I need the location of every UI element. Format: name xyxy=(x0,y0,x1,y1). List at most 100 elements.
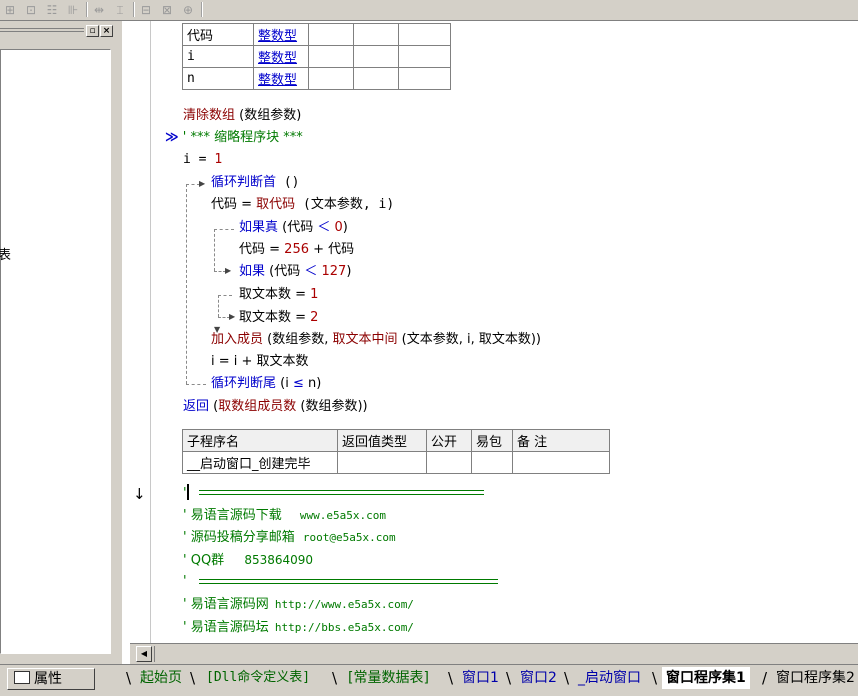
tab-window2[interactable]: 窗口2 xyxy=(516,667,561,689)
var-name-cell[interactable]: n xyxy=(182,67,254,90)
code-line[interactable]: 如果真 (代码 ＜ 0) xyxy=(239,218,348,238)
tab-dll-commands[interactable]: [Dll命令定义表] xyxy=(202,667,314,689)
loop-end-args: (i xyxy=(276,376,293,391)
current-line-arrow-icon: ↓ xyxy=(133,485,146,503)
number-literal: 1 xyxy=(310,287,319,302)
command-args: (数组参数) xyxy=(235,108,302,123)
loop-end-keyword: 循环判断尾 xyxy=(211,376,277,391)
assign-text: i = xyxy=(183,152,215,167)
note-cell[interactable] xyxy=(512,451,610,474)
code-editor[interactable]: 代码 整数型 i 整数型 n 整数型 清除数组 (数组参数) ≫ ' *** 缩… xyxy=(0,0,858,695)
horizontal-scrollbar[interactable]: ◀ xyxy=(130,643,858,664)
tab-window1[interactable]: 窗口1 xyxy=(458,667,503,689)
var-type-cell[interactable]: 整数型 xyxy=(253,23,309,46)
code-line[interactable]: 加入成员 (数组参数, 取文本中间 (文本参数, i, 取文本数)) xyxy=(211,330,541,350)
comment-number: 853864090 xyxy=(244,553,314,567)
scroll-track[interactable] xyxy=(154,646,177,662)
tab-startup-window[interactable]: _启动窗口 xyxy=(574,667,645,689)
code-line[interactable]: 返回 (取数组成员数 (数组参数)) xyxy=(183,397,368,417)
subroutine-table: 子程序名 返回值类型 公开 易包 备 注 __启动窗口_创建完毕 xyxy=(182,429,610,474)
var-type-cell[interactable]: 整数型 xyxy=(253,67,309,90)
text-cursor xyxy=(186,484,189,500)
code-line[interactable]: 代码 = 256 + 代码 xyxy=(239,240,354,260)
code-line[interactable]: 清除数组 (数组参数) xyxy=(183,106,301,126)
code-line[interactable]: ' 易语言源码下载 www.e5a5x.com xyxy=(183,506,386,526)
header-cell: 返回值类型 xyxy=(337,429,427,452)
table-row[interactable]: __启动窗口_创建完毕 xyxy=(182,451,610,474)
code-line[interactable]: 循环判断尾 (i ≤ n) xyxy=(211,374,321,394)
number-literal: 256 xyxy=(284,242,309,257)
code-line[interactable]: 代码 = 取代码 (文本参数, i) xyxy=(211,195,394,215)
public-cell[interactable] xyxy=(426,451,472,474)
code-line[interactable]: ' xyxy=(183,484,189,504)
properties-button[interactable]: 属性 xyxy=(7,668,95,690)
var-flag-cell[interactable] xyxy=(308,23,354,46)
properties-icon xyxy=(14,671,30,684)
epkg-cell[interactable] xyxy=(471,451,513,474)
number-literal: 1 xyxy=(214,152,223,167)
table-row[interactable]: n 整数型 xyxy=(182,67,451,90)
var-note-cell[interactable] xyxy=(398,67,451,90)
tab-start-page[interactable]: 起始页 xyxy=(136,667,186,689)
var-note-cell[interactable] xyxy=(398,45,451,68)
return-keyword: 返回 xyxy=(183,399,210,414)
number-literal: 2 xyxy=(310,310,319,325)
table-row[interactable]: 代码 整数型 xyxy=(182,23,451,46)
code-line[interactable]: ' QQ群 853864090 xyxy=(183,550,313,570)
operator: ＜ xyxy=(304,264,318,279)
code-line[interactable]: ' 易语言源码网 http://www.e5a5x.com/ xyxy=(183,595,414,615)
collapsed-block-comment: ' *** 缩略程序块 *** xyxy=(182,130,303,145)
code-line[interactable]: i = i + 取文本数 xyxy=(211,352,309,372)
properties-label: 属性 xyxy=(34,671,62,687)
code-line[interactable]: i = 1 xyxy=(183,150,222,170)
assign-target: 取文本数 = xyxy=(239,310,311,325)
scroll-left-icon[interactable]: ◀ xyxy=(136,646,152,662)
return-type-cell[interactable] xyxy=(337,451,427,474)
variable-table: 代码 整数型 i 整数型 n 整数型 xyxy=(182,23,451,90)
assign-target: 代码 = xyxy=(239,242,285,257)
if-args: (代码 xyxy=(278,220,318,235)
subroutine-name-cell[interactable]: __启动窗口_创建完毕 xyxy=(182,451,338,474)
assign-target: 取文本数 = xyxy=(239,287,311,302)
comment-separator xyxy=(199,579,498,584)
tab-constants[interactable]: [常量数据表] xyxy=(344,667,433,689)
header-cell: 易包 xyxy=(471,429,513,452)
command-name: 加入成员 xyxy=(211,332,264,347)
var-flag-cell[interactable] xyxy=(353,67,399,90)
comment-url: http://bbs.e5a5x.com/ xyxy=(274,621,414,634)
command-args: (文本参数, i) xyxy=(295,197,395,212)
var-type-cell[interactable]: 整数型 xyxy=(253,45,309,68)
comment-text: ' 易语言源码坛 xyxy=(183,620,269,635)
number-literal: 0 xyxy=(330,220,343,235)
code-line[interactable]: 循环判断首 () xyxy=(211,173,300,193)
tab-window-assembly1[interactable]: 窗口程序集1 xyxy=(662,667,750,689)
code-line[interactable]: ' 易语言源码坛 http://bbs.e5a5x.com/ xyxy=(183,618,414,638)
comment-separator xyxy=(199,490,484,495)
comment-text: ' 源码投稿分享邮箱 xyxy=(183,530,295,545)
comment-text: ' QQ群 xyxy=(183,553,225,568)
loop-start-args: () xyxy=(276,175,300,190)
var-name-cell[interactable]: i xyxy=(182,45,254,68)
tab-window-assembly2[interactable]: 窗口程序集2 xyxy=(772,667,858,689)
code-line[interactable]: ' xyxy=(183,572,187,592)
table-row[interactable]: i 整数型 xyxy=(182,45,451,68)
var-flag-cell[interactable] xyxy=(353,45,399,68)
loop-end-args-tail: n) xyxy=(303,376,322,391)
operator: ＜ xyxy=(317,220,331,235)
code-line[interactable]: 取文本数 = 1 xyxy=(239,285,318,305)
number-literal: 127 xyxy=(317,264,347,279)
code-line[interactable]: 取文本数 = 2 xyxy=(239,308,318,328)
code-line[interactable]: 如果 (代码 ＜ 127) xyxy=(239,262,351,282)
var-name-cell[interactable]: 代码 xyxy=(182,23,254,46)
var-note-cell[interactable] xyxy=(398,23,451,46)
var-flag-cell[interactable] xyxy=(353,23,399,46)
code-line[interactable]: ' 源码投稿分享邮箱 root@e5a5x.com xyxy=(183,528,396,548)
header-cell: 备 注 xyxy=(512,429,610,452)
var-flag-cell[interactable] xyxy=(308,67,354,90)
comment-url: www.e5a5x.com xyxy=(299,509,386,522)
command-args: (文本参数, i, 取文本数)) xyxy=(397,332,542,347)
var-flag-cell[interactable] xyxy=(308,45,354,68)
code-line[interactable]: ≫ ' *** 缩略程序块 *** xyxy=(165,128,303,148)
collapsed-block-icon[interactable]: ≫ xyxy=(165,130,179,145)
comment-text: ' 易语言源码网 xyxy=(183,597,269,612)
